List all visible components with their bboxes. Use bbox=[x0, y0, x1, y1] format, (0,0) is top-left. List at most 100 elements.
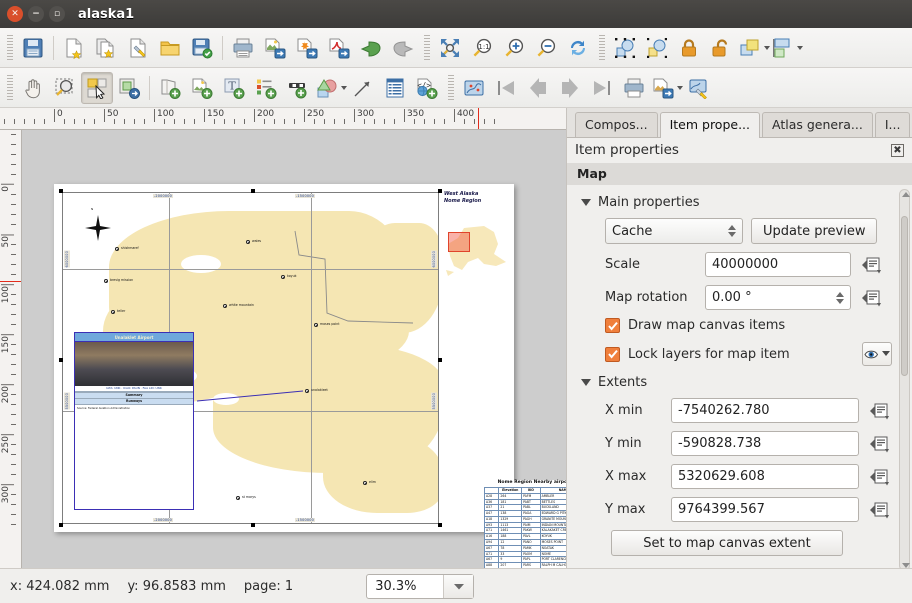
export-image-button[interactable] bbox=[259, 32, 291, 64]
attribute-table[interactable]: ElevationIKONAMEA28264PAFMAMBLERA36181PA… bbox=[484, 487, 566, 575]
atlas-export-image-button[interactable] bbox=[650, 72, 676, 104]
ruler-tick bbox=[124, 119, 125, 124]
select-move-item-button[interactable] bbox=[81, 72, 113, 104]
toolbar-drag-handle[interactable] bbox=[446, 75, 455, 101]
add-scalebar-button[interactable] bbox=[282, 72, 314, 104]
zoom-full-button[interactable] bbox=[434, 32, 466, 64]
ymax-input[interactable]: 9764399.567 bbox=[671, 497, 859, 522]
cursor-x-readout: x: 424.082 mm bbox=[10, 579, 109, 594]
chevron-down-icon[interactable] bbox=[443, 575, 473, 598]
ymax-data-defined-override-button[interactable] bbox=[867, 498, 892, 522]
zoom-in-button[interactable] bbox=[498, 32, 530, 64]
atlas-preview-button[interactable] bbox=[458, 72, 490, 104]
zoom-actual-button[interactable]: 1:1 bbox=[466, 32, 498, 64]
duplicate-composer-button[interactable] bbox=[90, 32, 122, 64]
raise-items-button[interactable] bbox=[737, 32, 763, 64]
atlas-print-button[interactable] bbox=[618, 72, 650, 104]
tab-items[interactable]: I... bbox=[875, 112, 911, 137]
deselect-all-button[interactable] bbox=[641, 32, 673, 64]
export-pdf-button[interactable] bbox=[323, 32, 355, 64]
print-button[interactable] bbox=[227, 32, 259, 64]
scale-input[interactable]: 40000000 bbox=[705, 252, 851, 277]
composer-manager-button[interactable] bbox=[122, 32, 154, 64]
xmax-input[interactable]: 5320629.608 bbox=[671, 464, 859, 489]
panel-tabs[interactable]: Compos...Item prope...Atlas genera...I..… bbox=[567, 108, 912, 138]
main-properties-section[interactable]: Main properties bbox=[581, 195, 896, 210]
collapse-triangle-icon[interactable] bbox=[581, 199, 591, 206]
add-map-button[interactable] bbox=[154, 72, 186, 104]
map-rotation-input[interactable]: 0.00 ° bbox=[705, 285, 851, 310]
ruler-tick bbox=[11, 314, 16, 315]
scale-data-defined-override-button[interactable] bbox=[859, 253, 884, 277]
refresh-view-button[interactable] bbox=[562, 32, 594, 64]
move-item-content-button[interactable] bbox=[113, 72, 145, 104]
scrollbar-thumb[interactable] bbox=[901, 216, 908, 376]
xmax-data-defined-override-button[interactable] bbox=[867, 465, 892, 489]
ymin-input[interactable]: -590828.738 bbox=[671, 431, 859, 456]
spinner-arrows-icon[interactable] bbox=[728, 225, 736, 237]
html-frame-item[interactable]: Unalaklet Airport IATA: UNK ‧ ICAO: PAUN… bbox=[74, 332, 194, 510]
ruler-tick bbox=[94, 119, 95, 124]
ymin-data-defined-override-button[interactable] bbox=[867, 432, 892, 456]
add-html-button[interactable]: </> bbox=[411, 72, 443, 104]
toolbar-drag-handle[interactable] bbox=[5, 75, 14, 101]
composer-canvas[interactable]: 050100150200250300350400 050100150200250… bbox=[0, 108, 566, 575]
attribute-table-item[interactable]: Nome Region Nearby airports ElevationIKO… bbox=[484, 480, 566, 575]
tab-atlas-generation[interactable]: Atlas genera... bbox=[762, 112, 873, 137]
load-template-button[interactable] bbox=[154, 32, 186, 64]
toolbar-drag-handle[interactable] bbox=[5, 35, 14, 61]
select-all-button[interactable] bbox=[609, 32, 641, 64]
new-composer-button[interactable] bbox=[58, 32, 90, 64]
add-legend-button[interactable] bbox=[250, 72, 282, 104]
zoom-out-button[interactable] bbox=[530, 32, 562, 64]
panel-scrollbar[interactable] bbox=[899, 189, 910, 571]
chevron-down-icon[interactable] bbox=[797, 46, 803, 50]
close-icon[interactable]: ✕ bbox=[7, 6, 23, 22]
add-arrow-button[interactable] bbox=[347, 72, 379, 104]
save-template-button[interactable] bbox=[186, 32, 218, 64]
layer-visibility-button[interactable] bbox=[862, 342, 892, 366]
atlas-settings-button[interactable] bbox=[683, 72, 715, 104]
status-bar: x: 424.082 mm y: 96.8583 mm page: 1 30.3… bbox=[0, 568, 912, 603]
render-mode-combo[interactable]: Cache bbox=[605, 218, 743, 244]
redo-button[interactable] bbox=[387, 32, 419, 64]
xmin-input[interactable]: -7540262.780 bbox=[671, 398, 859, 423]
zoom-level-combo[interactable]: 30.3% bbox=[366, 574, 474, 599]
xmin-data-defined-override-button[interactable] bbox=[867, 399, 892, 423]
add-table-button[interactable] bbox=[379, 72, 411, 104]
atlas-next-button[interactable] bbox=[554, 72, 586, 104]
composer-page[interactable]: -2000000 -1500000 6000000 5500000 600000… bbox=[54, 184, 514, 532]
rotation-data-defined-override-button[interactable] bbox=[859, 286, 884, 310]
scroll-up-arrow-icon[interactable] bbox=[902, 192, 910, 197]
overview-map-item[interactable]: West Alaska Nome Region bbox=[440, 188, 510, 284]
align-items-button[interactable] bbox=[770, 32, 796, 64]
collapse-triangle-icon[interactable] bbox=[581, 379, 591, 386]
toolbar-drag-handle[interactable] bbox=[422, 35, 431, 61]
atlas-prev-button[interactable] bbox=[522, 72, 554, 104]
toolbar-drag-handle[interactable] bbox=[597, 35, 606, 61]
update-preview-button[interactable]: Update preview bbox=[751, 218, 877, 244]
maximize-icon[interactable]: ▫ bbox=[49, 6, 65, 22]
unlock-items-button[interactable] bbox=[705, 32, 737, 64]
atlas-first-button[interactable] bbox=[490, 72, 522, 104]
properties-scroll-area[interactable]: Main properties Cache Update preview Sca… bbox=[567, 185, 912, 575]
tab-composition[interactable]: Compos... bbox=[575, 112, 658, 137]
extents-section[interactable]: Extents bbox=[581, 375, 896, 390]
atlas-last-button[interactable] bbox=[586, 72, 618, 104]
pan-tool-button[interactable] bbox=[17, 72, 49, 104]
draw-map-canvas-items-checkbox[interactable] bbox=[605, 318, 620, 333]
spinner-arrows-icon[interactable] bbox=[836, 292, 844, 304]
save-project-button[interactable] bbox=[17, 32, 49, 64]
minimize-icon[interactable]: − bbox=[28, 6, 44, 22]
set-to-map-canvas-extent-button[interactable]: Set to map canvas extent bbox=[611, 530, 843, 556]
lock-items-button[interactable] bbox=[673, 32, 705, 64]
add-label-button[interactable]: T bbox=[218, 72, 250, 104]
close-icon[interactable]: ✖ bbox=[891, 144, 904, 157]
zoom-tool-button[interactable] bbox=[49, 72, 81, 104]
add-shape-button[interactable] bbox=[314, 72, 340, 104]
tab-item-properties[interactable]: Item prope... bbox=[660, 112, 760, 138]
undo-button[interactable] bbox=[355, 32, 387, 64]
lock-layers-checkbox[interactable] bbox=[605, 347, 620, 362]
add-image-button[interactable] bbox=[186, 72, 218, 104]
export-svg-button[interactable] bbox=[291, 32, 323, 64]
